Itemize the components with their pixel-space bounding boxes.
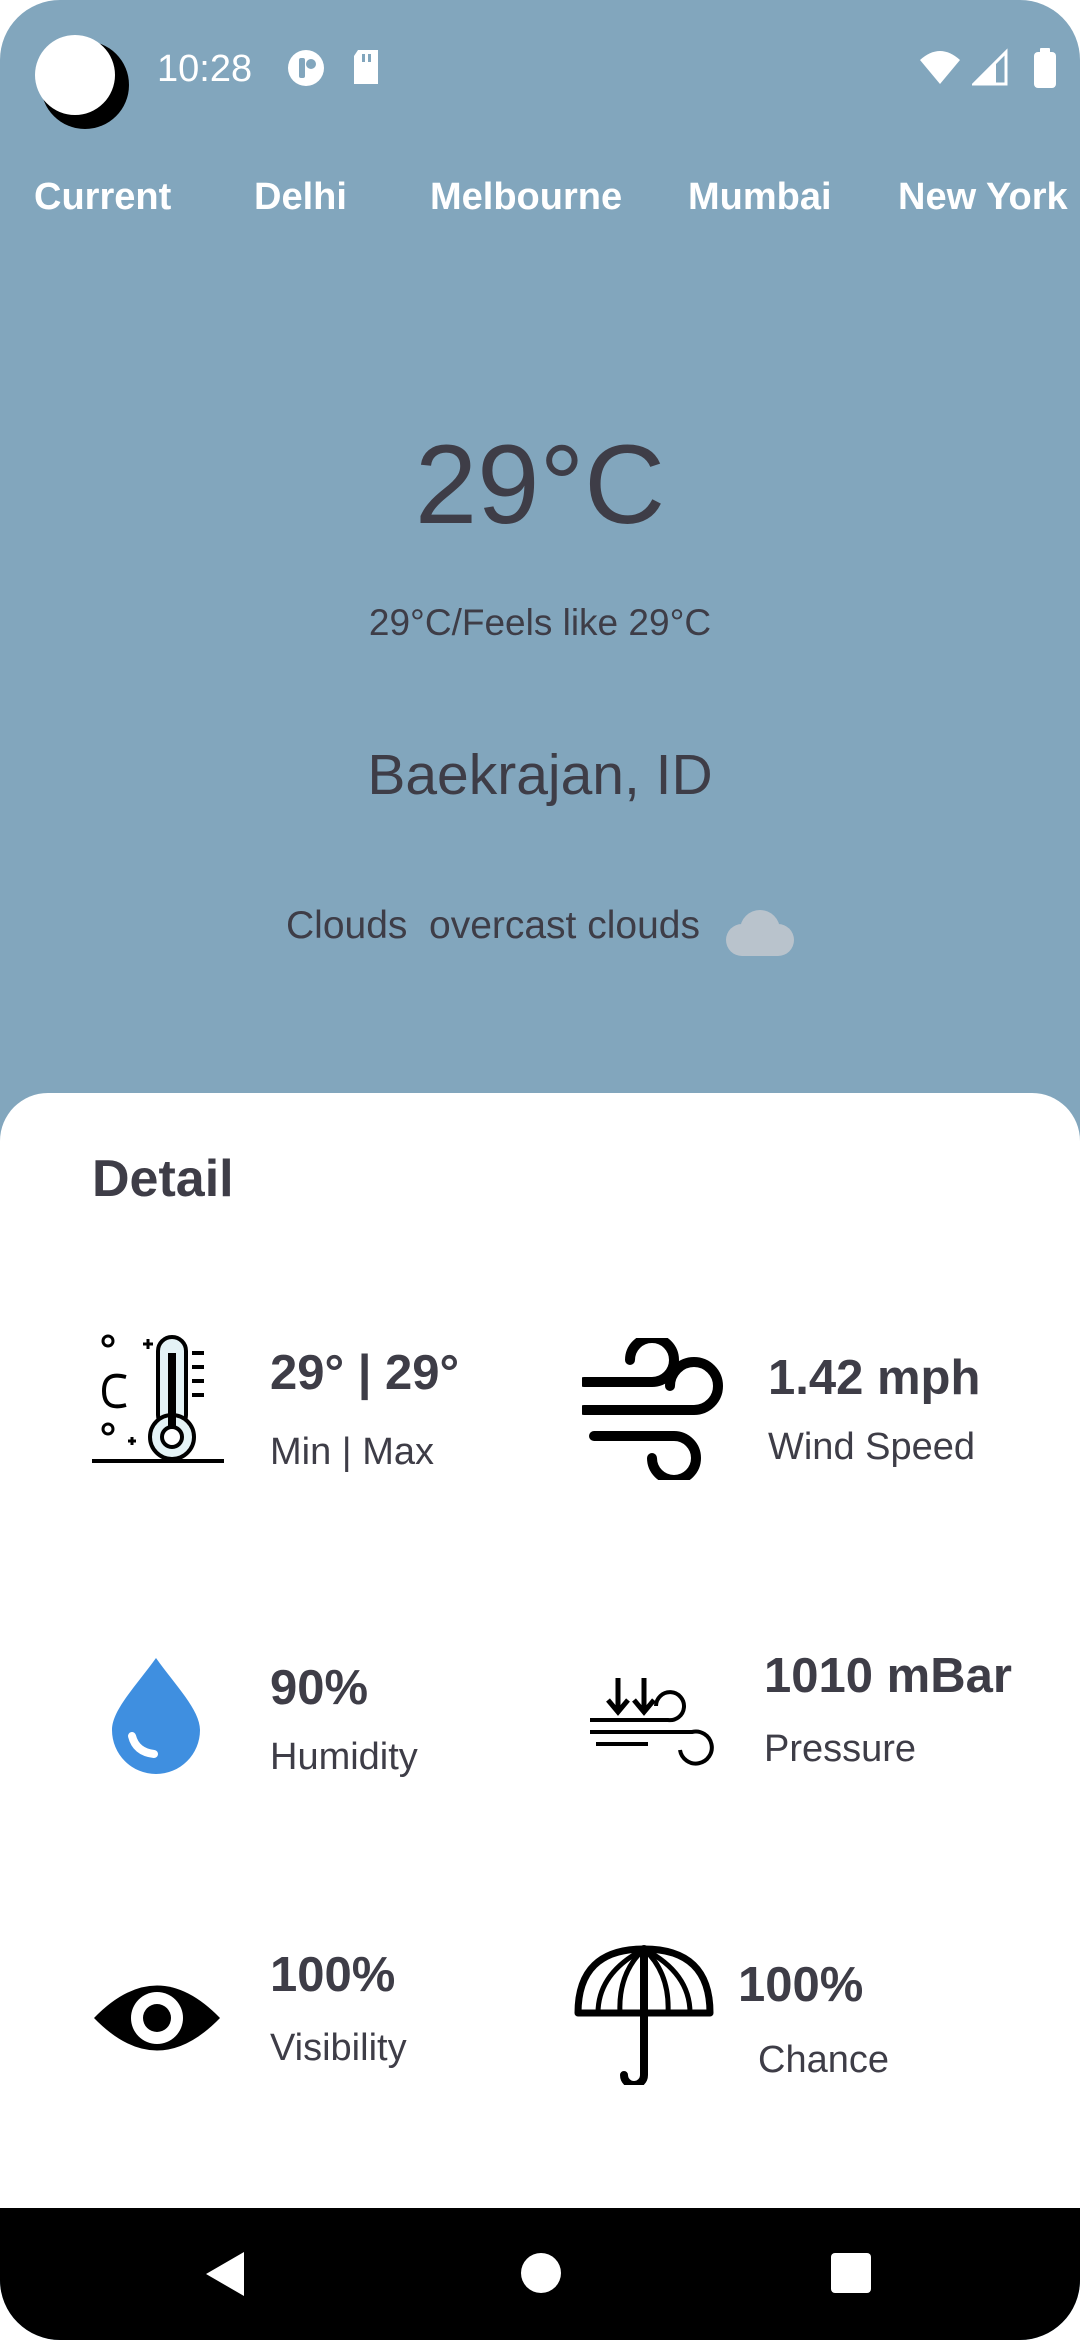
visibility-label: Visibility (270, 2027, 407, 2069)
home-icon[interactable] (520, 2252, 562, 2294)
wifi-icon (920, 51, 960, 84)
pressure-icon (590, 1678, 714, 1766)
city-tabs: Current Delhi Melbourne Mumbai New York (0, 176, 1080, 236)
feels-like-text: 29°C/Feels like 29°C (368, 602, 712, 643)
tab-delhi[interactable]: Delhi (254, 176, 347, 219)
chance-value: 100% (738, 1958, 864, 2012)
detail-title: Detail (92, 1150, 234, 1208)
current-temperature: 29°C (414, 422, 666, 547)
detail-sheet: Detail 29° | 29° Min | Max 1.42 mph Wind… (0, 1093, 1080, 2208)
battery-icon (1034, 48, 1056, 88)
status-bar: 10:28 (0, 0, 1080, 140)
sd-card-icon (354, 50, 378, 84)
tab-current[interactable]: Current (34, 176, 171, 219)
visibility-value: 100% (270, 1948, 396, 2002)
notification-icon (288, 50, 324, 86)
condition-description: overcast clouds (429, 904, 700, 947)
humidity-value: 90% (270, 1661, 369, 1715)
recents-icon[interactable] (830, 2252, 872, 2294)
location-name: Baekrajan, ID (367, 743, 713, 807)
navigation-bar (0, 2208, 1080, 2340)
signal-icon (972, 48, 1008, 86)
pressure-value: 1010 mBar (764, 1649, 1012, 1703)
back-icon[interactable] (204, 2250, 246, 2298)
tab-melbourne[interactable]: Melbourne (430, 176, 622, 219)
wind-speed-label: Wind Speed (768, 1426, 976, 1468)
min-max-value: 29° | 29° (270, 1346, 460, 1400)
tab-mumbai[interactable]: Mumbai (688, 176, 832, 219)
weather-screen: 10:28 Current Delhi Melbourne Mumbai New… (0, 0, 1080, 2340)
eye-icon (94, 1985, 220, 2051)
thermometer-icon (92, 1334, 224, 1463)
app-logo-icon (35, 35, 129, 129)
condition-main: Clouds (286, 904, 408, 947)
min-max-label: Min | Max (270, 1431, 435, 1473)
tab-new-york[interactable]: New York (898, 176, 1068, 219)
pressure-label: Pressure (764, 1728, 917, 1770)
wind-speed-value: 1.42 mph (768, 1351, 981, 1405)
chance-label: Chance (758, 2039, 889, 2081)
humidity-label: Humidity (270, 1736, 418, 1778)
umbrella-icon (574, 1945, 714, 2085)
cloud-icon (726, 910, 794, 956)
wind-icon (582, 1338, 723, 1480)
water-drop-icon (112, 1658, 200, 1774)
status-time: 10:28 (157, 48, 253, 90)
